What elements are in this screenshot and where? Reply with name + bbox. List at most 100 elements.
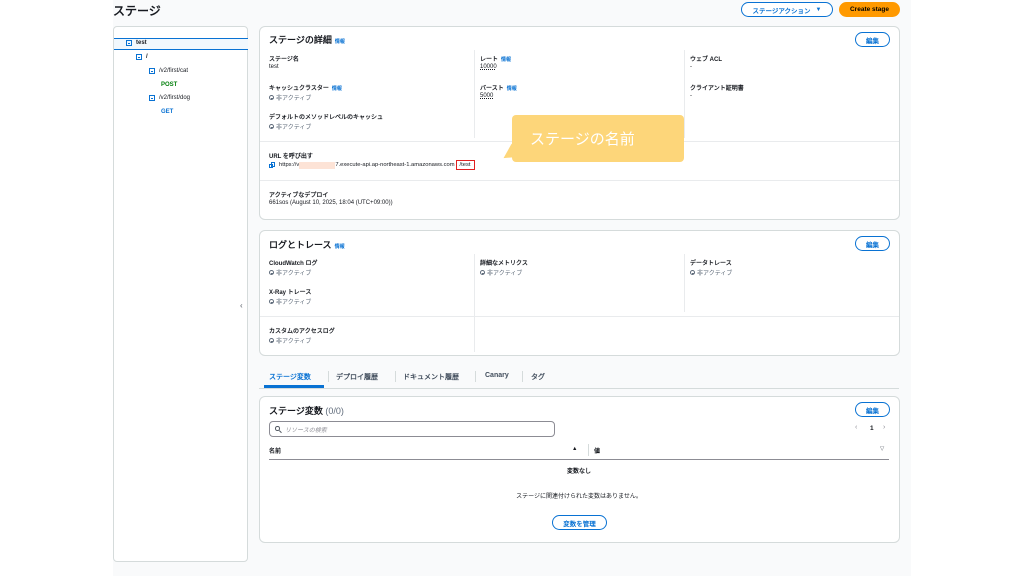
inactive-icon: [690, 270, 695, 275]
client-cert-value: -: [690, 93, 692, 99]
cloudwatch-logs-status: 非アクティブ: [269, 268, 311, 277]
stage-name-value: test: [269, 64, 279, 70]
edit-logs-button[interactable]: 編集: [855, 236, 890, 251]
active-tab-indicator: [264, 385, 324, 388]
edit-variables-button[interactable]: 編集: [855, 402, 890, 417]
column-header-value[interactable]: 値: [594, 446, 600, 455]
url-host: 7.execute-api.ap-northeast-1.amazonaws.c…: [335, 162, 455, 168]
inactive-icon: [269, 338, 274, 343]
tab-stage-variables[interactable]: ステージ変数: [269, 372, 311, 382]
info-link[interactable]: 情報: [335, 39, 345, 45]
inactive-icon: [269, 124, 274, 129]
tab-deploy-history[interactable]: デプロイ履歴: [336, 372, 378, 382]
tab-canary[interactable]: Canary: [485, 372, 509, 379]
redacted-region: [299, 161, 336, 169]
rate-label: レート 情報: [480, 57, 512, 63]
data-trace-label: データトレース: [690, 261, 732, 267]
method-cache-label: デフォルトのメソッドレベルのキャッシュ: [269, 115, 384, 121]
active-deploy-label: アクティブなデプロイ: [269, 193, 329, 199]
empty-state-description: ステージに関連付けられた変数はありません。: [516, 494, 642, 500]
web-acl-value: -: [690, 64, 692, 70]
search-icon: [275, 426, 281, 432]
tree-node-cat[interactable]: /v2/first/cat: [149, 68, 188, 74]
url-prefix: https://v: [279, 162, 300, 168]
invoke-url[interactable]: https://v 7.execute-api.ap-northeast-1.a…: [269, 160, 475, 170]
caret-down-icon: ▼: [815, 6, 822, 13]
detailed-metrics-status: 非アクティブ: [480, 268, 522, 277]
column-divider: [684, 254, 685, 312]
search-input[interactable]: リソースの検索: [269, 421, 555, 437]
panel-resize-handle-icon[interactable]: ‹: [240, 301, 243, 310]
data-trace-status: 非アクティブ: [690, 268, 732, 277]
web-acl-label: ウェブ ACL: [690, 57, 722, 63]
tree-method-get[interactable]: GET: [161, 109, 173, 115]
collapse-icon[interactable]: [149, 68, 155, 74]
tree-node-label: /v2/first/dog: [159, 95, 191, 101]
active-deploy-value: 661sos (August 10, 2025, 18:04 (UTC+09:0…: [269, 200, 393, 206]
section-divider: [260, 180, 899, 181]
resource-tree: test / /v2/first/cat POST /v2/first/dog …: [113, 26, 248, 562]
section-divider: [260, 316, 899, 317]
access-log-label: カスタムのアクセスログ: [269, 329, 335, 335]
page-title: ステージ: [113, 4, 161, 18]
column-divider: [684, 50, 685, 138]
stage-variables-title: ステージ変数 (0/0): [269, 406, 344, 416]
burst-label: バースト 情報: [480, 86, 517, 92]
collapse-icon[interactable]: [149, 95, 155, 101]
access-log-status: 非アクティブ: [269, 336, 311, 345]
edit-details-button[interactable]: 編集: [855, 32, 890, 47]
stage-tabs: ステージ変数 デプロイ履歴 ドキュメント履歴 Canary タグ: [259, 368, 899, 389]
copy-icon[interactable]: [269, 162, 275, 168]
table-header-divider: [269, 459, 889, 460]
cache-cluster-status: 非アクティブ: [269, 93, 311, 102]
create-stage-button[interactable]: Create stage: [839, 2, 900, 17]
tree-method-post[interactable]: POST: [161, 82, 177, 88]
stage-details-title: ステージの詳細 情報: [269, 35, 345, 45]
inactive-icon: [269, 299, 274, 304]
tab-doc-history[interactable]: ドキュメント履歴: [403, 372, 459, 382]
xray-status: 非アクティブ: [269, 297, 311, 306]
prev-page-icon[interactable]: ‹: [855, 424, 857, 431]
tab-tags[interactable]: タグ: [531, 372, 545, 382]
tree-node-root-path[interactable]: /: [136, 54, 148, 60]
variable-count: (0/0): [325, 406, 344, 416]
tab-separator: [328, 371, 329, 382]
info-link[interactable]: 情報: [335, 244, 345, 250]
stage-actions-label: ステージアクション: [752, 7, 811, 15]
cloudwatch-logs-label: CloudWatch ログ: [269, 261, 318, 267]
rate-value: 10000: [480, 64, 497, 70]
collapse-icon[interactable]: [126, 40, 132, 46]
logs-title: ログとトレース 情報: [269, 240, 345, 250]
column-divider: [474, 254, 475, 352]
column-divider: [588, 444, 589, 456]
column-header-name[interactable]: 名前: [269, 446, 281, 455]
cache-cluster-label: キャッシュクラスター 情報: [269, 86, 342, 92]
collapse-icon[interactable]: [136, 54, 142, 60]
burst-value: 5000: [480, 93, 494, 99]
sort-icon[interactable]: ▽: [880, 446, 884, 452]
next-page-icon[interactable]: ›: [883, 424, 885, 431]
inactive-icon: [480, 270, 485, 275]
tree-node-label: /: [146, 54, 148, 60]
inactive-icon: [269, 95, 274, 100]
info-link[interactable]: 情報: [332, 86, 342, 92]
stage-actions-button[interactable]: ステージアクション ▼: [741, 2, 833, 17]
tree-node-label: /v2/first/cat: [159, 68, 189, 74]
tab-separator: [395, 371, 396, 382]
logs-panel: [259, 230, 900, 356]
stage-name-label: ステージ名: [269, 57, 299, 63]
tree-node-test[interactable]: test: [126, 40, 147, 46]
invoke-url-label: URL を呼び出す: [269, 154, 313, 160]
tree-node-dog[interactable]: /v2/first/dog: [149, 95, 190, 101]
sort-ascending-icon[interactable]: ▲: [572, 446, 577, 452]
inactive-icon: [269, 270, 274, 275]
page-number[interactable]: 1: [870, 425, 874, 432]
info-link[interactable]: 情報: [501, 57, 511, 63]
empty-state-title: 変数なし: [566, 469, 591, 475]
method-cache-status: 非アクティブ: [269, 122, 311, 131]
info-link[interactable]: 情報: [507, 86, 517, 92]
tab-separator: [475, 371, 476, 382]
manage-variables-button[interactable]: 変数を管理: [552, 515, 607, 530]
tab-separator: [522, 371, 523, 382]
url-stage-highlight: /test: [455, 160, 475, 170]
